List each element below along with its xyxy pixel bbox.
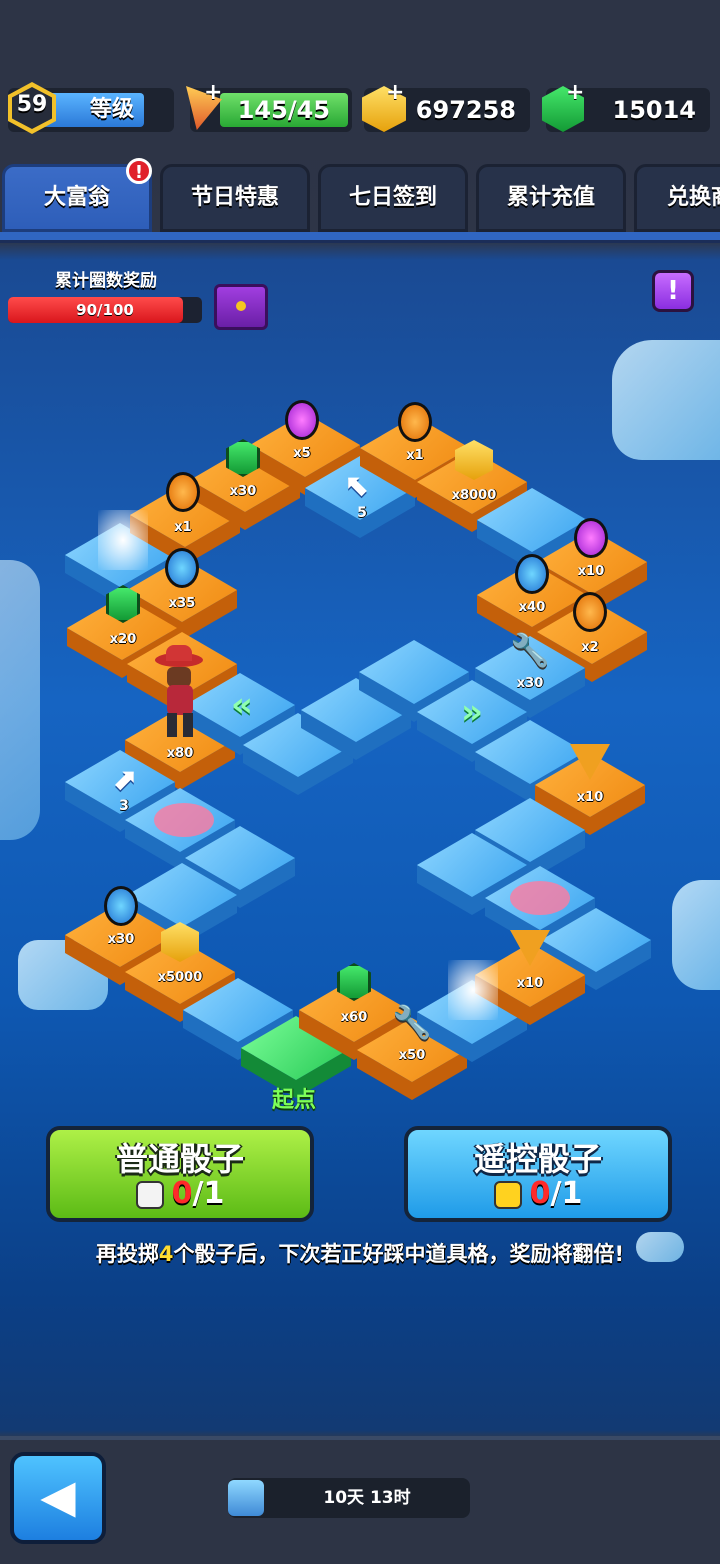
purple-potion-icon	[285, 400, 319, 440]
direction-arrow-icon: ⬈	[111, 762, 137, 798]
item-quantity: x1	[174, 520, 192, 535]
hint-number: 4	[158, 1242, 174, 1266]
skull-trap-icon	[154, 803, 214, 837]
hint-suffix: 个骰子后，下次若正好踩中道具格，奖励将翻倍!	[173, 1242, 625, 1266]
remote-dice-title: 遥控骰子	[473, 1140, 602, 1178]
player-character	[155, 645, 203, 740]
calendar-icon	[228, 1480, 264, 1516]
orange-potion-icon	[398, 402, 432, 442]
remote-dice-total: /1	[550, 1176, 583, 1211]
normal-dice-title: 普通骰子	[115, 1140, 244, 1178]
pizza-icon	[570, 744, 610, 780]
back-button[interactable]: ◀	[10, 1452, 106, 1544]
chevron-right-icon: »	[461, 692, 483, 732]
item-quantity: x10	[577, 564, 605, 579]
monopoly-board: x5 x1 x30 x1 x8000 x35 x10 x20 x40 x2 🔧 …	[0, 0, 720, 1560]
teleport-glow	[98, 510, 148, 570]
normal-dice-count: 0/1	[50, 1176, 310, 1211]
blue-potion-icon	[165, 548, 199, 588]
wrench-icon: 🔧	[510, 631, 550, 669]
blue-potion-icon	[515, 554, 549, 594]
item-quantity: x20	[109, 632, 137, 647]
orange-potion-icon	[573, 592, 607, 632]
start-label: 起点	[272, 1088, 317, 1113]
arrow-step-count: 5	[357, 505, 367, 521]
skull-trap-icon	[510, 881, 570, 915]
purple-potion-icon	[574, 518, 608, 558]
blue-potion-icon	[104, 886, 138, 926]
pizza-icon	[510, 930, 550, 966]
hint-prefix: 再投掷	[95, 1242, 159, 1266]
remote-dice-current: 0	[529, 1176, 551, 1211]
leg	[183, 713, 193, 737]
hat-crown	[166, 645, 192, 661]
hair	[167, 667, 191, 687]
item-quantity: x2	[581, 640, 599, 655]
item-quantity: x5	[293, 446, 311, 461]
teleport-glow	[448, 960, 498, 1020]
arrow-step-count: 3	[119, 798, 129, 814]
item-quantity: x60	[340, 1010, 368, 1025]
yellow-dice-icon	[493, 1180, 522, 1209]
normal-dice-total: /1	[192, 1176, 225, 1211]
item-quantity: x10	[516, 976, 544, 991]
item-quantity: x30	[107, 932, 135, 947]
item-quantity: x40	[518, 600, 546, 615]
back-arrow-icon: ◀	[40, 1469, 76, 1523]
bonus-hint-text: 再投掷4个骰子后，下次若正好踩中道具格，奖励将翻倍!	[0, 1238, 720, 1268]
direction-arrow-icon: ⬉	[345, 468, 371, 504]
white-dice-icon	[135, 1180, 164, 1209]
body	[167, 685, 193, 715]
item-quantity: x8000	[451, 488, 497, 503]
remote-dice-count: 0/1	[408, 1176, 668, 1211]
item-quantity: x30	[229, 484, 257, 499]
item-quantity: x35	[168, 596, 196, 611]
event-timer: 10天 13时	[228, 1478, 470, 1518]
item-quantity: x50	[398, 1048, 426, 1063]
item-quantity: x80	[166, 746, 194, 761]
leg	[167, 713, 177, 737]
item-quantity: x10	[576, 790, 604, 805]
chevron-left-icon: «	[231, 685, 253, 725]
remote-dice-button[interactable]: 遥控骰子 0/1	[404, 1126, 672, 1222]
normal-dice-button[interactable]: 普通骰子 0/1	[46, 1126, 314, 1222]
normal-dice-current: 0	[171, 1176, 193, 1211]
orange-potion-icon	[166, 472, 200, 512]
item-quantity: x5000	[157, 970, 203, 985]
wrench-icon: 🔧	[392, 1003, 432, 1041]
timer-text: 10天 13时	[323, 1488, 411, 1508]
item-quantity: x30	[516, 676, 544, 691]
item-quantity: x1	[406, 448, 424, 463]
